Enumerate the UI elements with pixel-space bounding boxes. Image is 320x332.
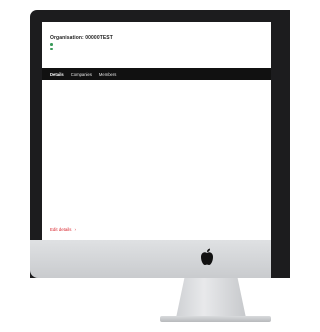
imac-stand-base: [160, 316, 271, 322]
tab-bar: Details Companies Members: [42, 68, 271, 80]
imac-chin: [30, 240, 271, 278]
apple-logo-icon: [201, 248, 213, 265]
chevron-right-icon: ›: [74, 227, 76, 232]
contact-link-2[interactable]: [50, 47, 113, 50]
organisation-header: Organisation: 00000TEST: [50, 35, 113, 50]
details-list: [50, 86, 260, 126]
edit-details-label[interactable]: Edit details: [50, 227, 71, 232]
contact-link-1[interactable]: [50, 43, 113, 46]
page-title: Organisation: 00000TEST: [50, 35, 113, 41]
green-dot-icon: [50, 47, 53, 50]
tab-details[interactable]: Details: [50, 72, 64, 77]
tab-members[interactable]: Members: [99, 72, 116, 77]
imac-stand: [176, 278, 246, 318]
tab-companies[interactable]: Companies: [71, 72, 92, 77]
edit-details-link[interactable]: Edit details ›: [50, 227, 76, 232]
screen: Organisation: 00000TEST Details Companie…: [42, 22, 271, 240]
green-dot-icon: [50, 43, 53, 46]
